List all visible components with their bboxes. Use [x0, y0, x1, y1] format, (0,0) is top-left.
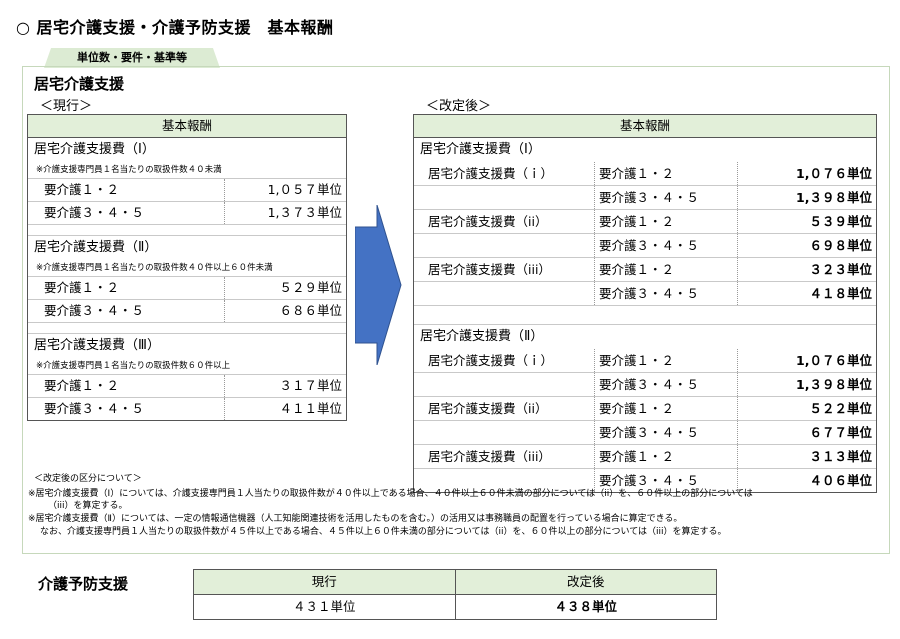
row-label: 要介護１・２: [595, 210, 738, 233]
table-row: 要介護３・４・５ ４１１単位: [28, 398, 346, 420]
sub-category-empty: [414, 373, 595, 396]
row-value: ４１８単位: [809, 286, 872, 301]
row-label: 要介護３・４・５: [595, 186, 738, 209]
row-value: ５２２単位: [809, 401, 872, 416]
row-value: 1,０５７単位: [267, 182, 342, 197]
table-row: 要介護３・４・５ ６９８単位: [414, 234, 876, 258]
value-revised: ４３８単位: [454, 595, 717, 619]
sub-category: 居宅介護支援費（ｉ）: [414, 162, 595, 185]
row-value: ３１７単位: [279, 378, 342, 393]
current-group-3-note: ※介護支援専門員１名当たりの取扱件数６０件以上: [28, 358, 346, 375]
table-row: 要介護３・４・５ ６７７単位: [414, 421, 876, 445]
table-row: 要介護１・２ ５２９単位: [28, 277, 346, 300]
row-label: 要介護１・２: [595, 349, 738, 372]
sub-category: 居宅介護支援費（iii）: [414, 258, 595, 281]
row-value: 1,０７６単位: [796, 166, 872, 181]
row-label: 要介護１・２: [595, 397, 738, 420]
sub-category-empty: [414, 282, 595, 305]
row-value: ５２９単位: [279, 280, 342, 295]
category-tag-label: 単位数・要件・基準等: [77, 51, 187, 64]
row-label: 要介護３・４・５: [595, 282, 738, 305]
row-label: 要介護３・４・５: [595, 234, 738, 257]
note-1: ※居宅介護支援費（Ⅰ）については、介護支援専門員１人当たりの取扱件数が４０件以上…: [28, 489, 753, 499]
table-row: 要介護３・４・５ 1,３７３単位: [28, 202, 346, 225]
notes-heading: ＜改定後の区分について＞: [34, 474, 142, 484]
category-tag: 単位数・要件・基準等: [44, 48, 220, 68]
row-value: ３２３単位: [809, 262, 872, 277]
row-value: ５３９単位: [809, 214, 872, 229]
revised-table-header: 基本報酬: [414, 115, 876, 138]
table-row: 居宅介護支援費（ｉ） 要介護１・２ 1,０７６単位: [414, 349, 876, 373]
prevention-header-row: 現行 改定後: [194, 570, 716, 595]
table-row: 要介護３・４・５ 1,３９８単位: [414, 373, 876, 397]
row-label: 要介護１・２: [595, 445, 738, 468]
prevention-value-row: ４３１単位 ４３８単位: [194, 595, 716, 619]
row-value: ６９８単位: [809, 238, 872, 253]
column-header-revised: 改定後: [454, 570, 717, 594]
revised-table: 基本報酬 居宅介護支援費（Ⅰ） 居宅介護支援費（ｉ） 要介護１・２ 1,０７６単…: [413, 114, 877, 493]
table-row: 要介護３・４・５ ４１８単位: [414, 282, 876, 306]
row-label: 要介護３・４・５: [595, 373, 738, 396]
row-label: 要介護１・２: [595, 258, 738, 281]
table-row: 要介護３・４・５ 1,３９８単位: [414, 186, 876, 210]
row-value: ６８６単位: [279, 303, 342, 318]
row-value: 1,３９８単位: [796, 377, 872, 392]
note-2: ※居宅介護支援費（Ⅱ）については、一定の情報通信機器（人工知能関連技術を活用した…: [28, 514, 683, 524]
row-label: 要介護３・４・５: [28, 202, 225, 224]
table-row: 居宅介護支援費（ｉ） 要介護１・２ 1,０７６単位: [414, 162, 876, 186]
current-table: 基本報酬 居宅介護支援費（Ⅰ） ※介護支援専門員１名当たりの取扱件数４０未満 要…: [27, 114, 347, 421]
sub-category-empty: [414, 421, 595, 444]
row-value: 1,０７６単位: [796, 353, 872, 368]
revised-group-1-name: 居宅介護支援費（Ⅰ）: [420, 142, 541, 157]
revised-group-2-name: 居宅介護支援費（Ⅱ）: [420, 329, 544, 344]
table-row: 居宅介護支援費（iii） 要介護１・２ ３２３単位: [414, 258, 876, 282]
current-group-2-name: 居宅介護支援費（Ⅱ）: [34, 240, 158, 255]
row-label: 要介護１・２: [28, 179, 225, 201]
row-label: 要介護３・４・５: [595, 421, 738, 444]
sub-category: 居宅介護支援費（ii）: [414, 210, 595, 233]
row-label: 要介護１・２: [28, 277, 225, 299]
table-row: 要介護３・４・５ ６８６単位: [28, 300, 346, 323]
row-value: ６７７単位: [809, 425, 872, 440]
current-group-1-name: 居宅介護支援費（Ⅰ）: [34, 142, 155, 157]
current-table-header: 基本報酬: [28, 115, 346, 138]
row-label: 要介護３・４・５: [28, 398, 225, 420]
row-label: 要介護１・２: [28, 375, 225, 397]
current-group-1-note: ※介護支援専門員１名当たりの取扱件数４０未満: [28, 162, 346, 179]
note-3: なお、介護支援専門員１人当たりの取扱件数が４５件以上である場合、４５件以上６０件…: [40, 527, 727, 537]
section-title: 居宅介護支援: [34, 75, 125, 93]
table-row: 居宅介護支援費（iii） 要介護１・２ ３１３単位: [414, 445, 876, 469]
spacer: [414, 306, 876, 325]
row-label: 要介護３・４・５: [28, 300, 225, 322]
value-current: ４３１単位: [292, 599, 356, 614]
sub-category: 居宅介護支援費（ii）: [414, 397, 595, 420]
row-value: ４１１単位: [279, 401, 342, 416]
column-header-current: 現行: [311, 574, 337, 589]
table-row: 要介護１・２ ３１７単位: [28, 375, 346, 398]
right-arrow-icon: [355, 205, 402, 365]
row-value: 1,３９８単位: [796, 190, 872, 205]
spacer: [28, 225, 346, 236]
note-1-continued: （iii）を算定する。: [48, 501, 128, 511]
page-title: ○ 居宅介護支援・介護予防支援 基本報酬: [16, 18, 334, 37]
table-row: 居宅介護支援費（ii） 要介護１・２ ５３９単位: [414, 210, 876, 234]
sub-category: 居宅介護支援費（iii）: [414, 445, 595, 468]
table-row: 要介護１・２ 1,０５７単位: [28, 179, 346, 202]
row-value: ３１３単位: [809, 449, 872, 464]
row-value: 1,３７３単位: [267, 205, 342, 220]
prevention-title: 介護予防支援: [38, 575, 129, 593]
spacer: [28, 323, 346, 334]
current-group-3-name: 居宅介護支援費（Ⅲ）: [34, 338, 160, 353]
sub-category-empty: [414, 234, 595, 257]
current-label: ＜現行＞: [40, 99, 93, 114]
sub-category-empty: [414, 186, 595, 209]
prevention-table: 現行 改定後 ４３１単位 ４３８単位: [193, 569, 717, 620]
row-label: 要介護１・２: [595, 162, 738, 185]
current-group-2-note: ※介護支援専門員１名当たりの取扱件数４０件以上６０件未満: [28, 260, 346, 277]
revised-label: ＜改定後＞: [426, 99, 492, 114]
table-row: 居宅介護支援費（ii） 要介護１・２ ５２２単位: [414, 397, 876, 421]
sub-category: 居宅介護支援費（ｉ）: [414, 349, 595, 372]
